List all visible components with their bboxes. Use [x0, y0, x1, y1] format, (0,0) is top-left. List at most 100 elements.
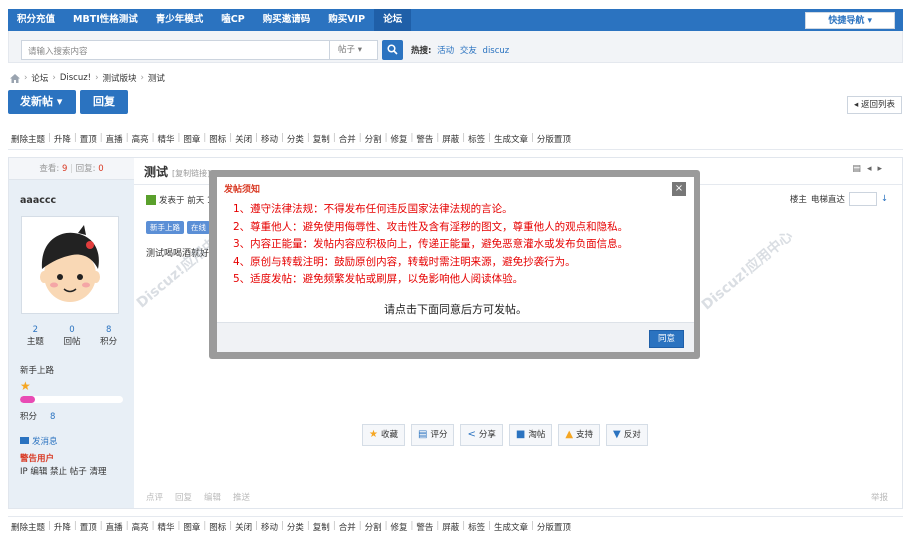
mod-action[interactable]: 删除主题	[8, 133, 48, 145]
nav-item-vip[interactable]: 购买VIP	[319, 9, 374, 31]
breadcrumb-item[interactable]: 测试版块	[103, 72, 137, 84]
hot-keyword[interactable]: discuz	[483, 46, 510, 56]
edit-link[interactable]: 编辑	[204, 491, 221, 503]
mod-action[interactable]: 警告	[413, 133, 436, 145]
share-button[interactable]: < 分享	[460, 424, 503, 446]
thumbs-up-icon: ▲	[565, 429, 574, 440]
mod-action[interactable]: 升降	[51, 521, 74, 533]
oppose-button[interactable]: ▼ 反对	[606, 424, 648, 446]
breadcrumb-item[interactable]: Discuz!	[60, 73, 91, 83]
mod-action[interactable]: 修复	[387, 133, 410, 145]
mod-action[interactable]: 分版置顶	[534, 133, 574, 145]
rate-button[interactable]: ▤ 评分	[410, 424, 455, 446]
hot-keyword[interactable]: 交友	[460, 46, 477, 56]
search-icon	[387, 44, 398, 55]
nav-item-youth-mode[interactable]: 青少年模式	[147, 9, 213, 31]
favorite-button[interactable]: ★ 收藏	[362, 424, 405, 446]
nav-item-invite-code[interactable]: 购买邀请码	[254, 9, 320, 31]
mod-action[interactable]: 分类	[284, 521, 307, 533]
nav-item-recharge[interactable]: 积分充值	[8, 9, 64, 31]
quick-nav-button[interactable]: 快捷导航 ▾	[805, 11, 895, 29]
mod-action[interactable]: 移动	[258, 521, 281, 533]
mod-action[interactable]: 分割	[362, 521, 385, 533]
search-type-select[interactable]: 帖子 ▾	[329, 41, 377, 59]
mod-action[interactable]: 分类	[284, 133, 307, 145]
search-button[interactable]	[382, 40, 403, 60]
hot-search: 热搜: 活动 交友 discuz	[411, 44, 509, 56]
search-input[interactable]: 请输入搜索内容 帖子 ▾	[21, 40, 378, 60]
mod-action[interactable]: 高亮	[129, 521, 152, 533]
mod-action[interactable]: 分割	[362, 133, 385, 145]
home-icon[interactable]	[10, 73, 20, 83]
avatar[interactable]	[21, 216, 119, 314]
rule-item: 3、内容正能量：发帖内容应积极向上，传递正能量，避免恶意灌水或发布负面信息。	[233, 238, 629, 250]
nav-item-cp[interactable]: 嗑CP	[212, 9, 253, 31]
mod-action[interactable]: 关闭	[232, 521, 255, 533]
mod-action[interactable]: 屏蔽	[439, 133, 462, 145]
mod-action[interactable]: 高亮	[129, 133, 152, 145]
mod-action[interactable]: 复制	[310, 521, 333, 533]
mod-action[interactable]: 生成文章	[491, 521, 531, 533]
mod-action[interactable]: 关闭	[232, 133, 255, 145]
prev-icon[interactable]: ◂	[867, 164, 878, 174]
mod-action[interactable]: 精华	[154, 521, 177, 533]
back-to-list-button[interactable]: ◂ 返回列表	[847, 96, 902, 114]
breadcrumb-item[interactable]: 测试	[148, 72, 165, 84]
mod-action[interactable]: 置顶	[77, 521, 100, 533]
reply-button[interactable]: 回复	[80, 90, 128, 114]
mod-action[interactable]: 移动	[258, 133, 281, 145]
jump-arrow-icon[interactable]: ↓	[881, 194, 888, 204]
hot-keyword[interactable]: 活动	[437, 46, 454, 56]
mod-action[interactable]: 图章	[180, 133, 203, 145]
mod-action[interactable]: 图标	[206, 133, 229, 145]
breadcrumb-item[interactable]: 论坛	[31, 72, 48, 84]
tag[interactable]: 新手上路	[146, 221, 184, 234]
hot-search-label: 热搜:	[411, 46, 432, 56]
stat-topics[interactable]: 2	[17, 325, 54, 335]
mod-action[interactable]: 图章	[180, 521, 203, 533]
print-icon[interactable]: ▤	[852, 164, 867, 174]
mod-action[interactable]: 直播	[103, 133, 126, 145]
mod-action[interactable]: 置顶	[77, 133, 100, 145]
tag[interactable]: 在线	[187, 221, 210, 234]
post-footer: 点评 回复 编辑 推送	[146, 491, 250, 503]
mod-action[interactable]: 图标	[206, 521, 229, 533]
new-post-button[interactable]: 发新帖 ▾	[8, 90, 76, 114]
support-button[interactable]: ▲ 支持	[558, 424, 601, 446]
user-stats: 2 主题 0 回帖 8 积分	[17, 325, 127, 347]
collect-button[interactable]: ■ 淘帖	[508, 424, 553, 446]
send-message-link[interactable]: 发消息	[20, 435, 58, 447]
nav-item-mbti[interactable]: MBTI性格测试	[64, 9, 147, 31]
nav-item-forum[interactable]: 论坛	[374, 9, 412, 31]
reply-link[interactable]: 回复	[175, 491, 192, 503]
mod-action[interactable]: 复制	[310, 133, 333, 145]
agree-button[interactable]: 同意	[648, 330, 684, 348]
mod-action[interactable]: 生成文章	[491, 133, 531, 145]
push-link[interactable]: 推送	[233, 491, 250, 503]
close-icon[interactable]: ×	[672, 182, 686, 196]
mod-action[interactable]: 标签	[465, 521, 488, 533]
mod-action[interactable]: 合并	[336, 133, 359, 145]
mod-action[interactable]: 标签	[465, 133, 488, 145]
mod-action[interactable]: 屏蔽	[439, 521, 462, 533]
mod-action[interactable]: 精华	[154, 133, 177, 145]
mod-action[interactable]: 警告	[413, 521, 436, 533]
reply-count: 0	[98, 164, 104, 174]
author-name[interactable]: aaaccc	[20, 195, 56, 206]
mod-action[interactable]: 删除主题	[8, 521, 48, 533]
mod-action[interactable]: 分版置顶	[534, 521, 574, 533]
warn-user-link[interactable]: 警告用户	[20, 452, 54, 464]
stat-replies[interactable]: 0	[54, 325, 91, 335]
admin-tools[interactable]: IP 编辑 禁止 帖子 清理	[20, 465, 106, 477]
mod-action[interactable]: 升降	[51, 133, 74, 145]
mod-action[interactable]: 直播	[103, 521, 126, 533]
stat-points[interactable]: 8	[90, 325, 127, 335]
floor-jump-input[interactable]	[848, 192, 877, 206]
mod-action[interactable]: 合并	[336, 521, 359, 533]
report-link[interactable]: 举报	[871, 491, 888, 503]
copy-link[interactable]: [复制链接]	[172, 169, 210, 178]
mod-action[interactable]: 修复	[387, 521, 410, 533]
next-icon[interactable]: ▸	[877, 164, 888, 174]
comment-link[interactable]: 点评	[146, 491, 163, 503]
user-group[interactable]: 新手上路	[20, 364, 54, 376]
